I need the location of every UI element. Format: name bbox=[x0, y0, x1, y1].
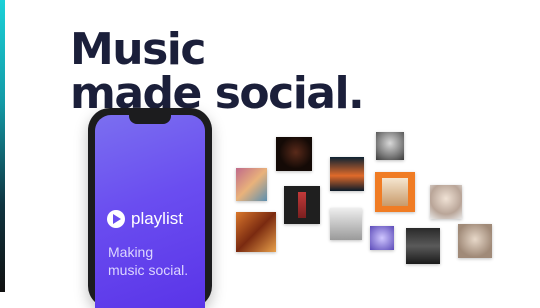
app-name: playlist bbox=[131, 209, 183, 228]
tagline-line-2: music social. bbox=[108, 262, 189, 278]
phone-mockup: playlist Making music social. bbox=[88, 108, 212, 308]
accent-strip bbox=[0, 0, 5, 292]
album-cover bbox=[375, 172, 415, 212]
album-cover bbox=[236, 212, 276, 252]
app-tagline: Making music social. bbox=[108, 243, 188, 279]
album-cover bbox=[376, 132, 404, 160]
album-cover bbox=[330, 157, 364, 191]
phone-notch bbox=[129, 115, 171, 124]
play-icon bbox=[107, 210, 125, 228]
album-cover bbox=[330, 208, 362, 240]
album-cover bbox=[284, 186, 320, 224]
album-cover bbox=[430, 185, 462, 219]
album-cover bbox=[236, 168, 267, 201]
album-cover bbox=[458, 224, 492, 258]
hero-headline: Music made social. bbox=[70, 24, 365, 116]
phone-screen: playlist Making music social. bbox=[95, 115, 205, 308]
headline-line-1: Music bbox=[70, 24, 206, 75]
app-brand: playlist bbox=[107, 209, 183, 229]
album-cover bbox=[276, 137, 312, 171]
album-cover bbox=[370, 226, 394, 250]
tagline-line-1: Making bbox=[108, 244, 154, 260]
album-cover bbox=[406, 228, 440, 264]
